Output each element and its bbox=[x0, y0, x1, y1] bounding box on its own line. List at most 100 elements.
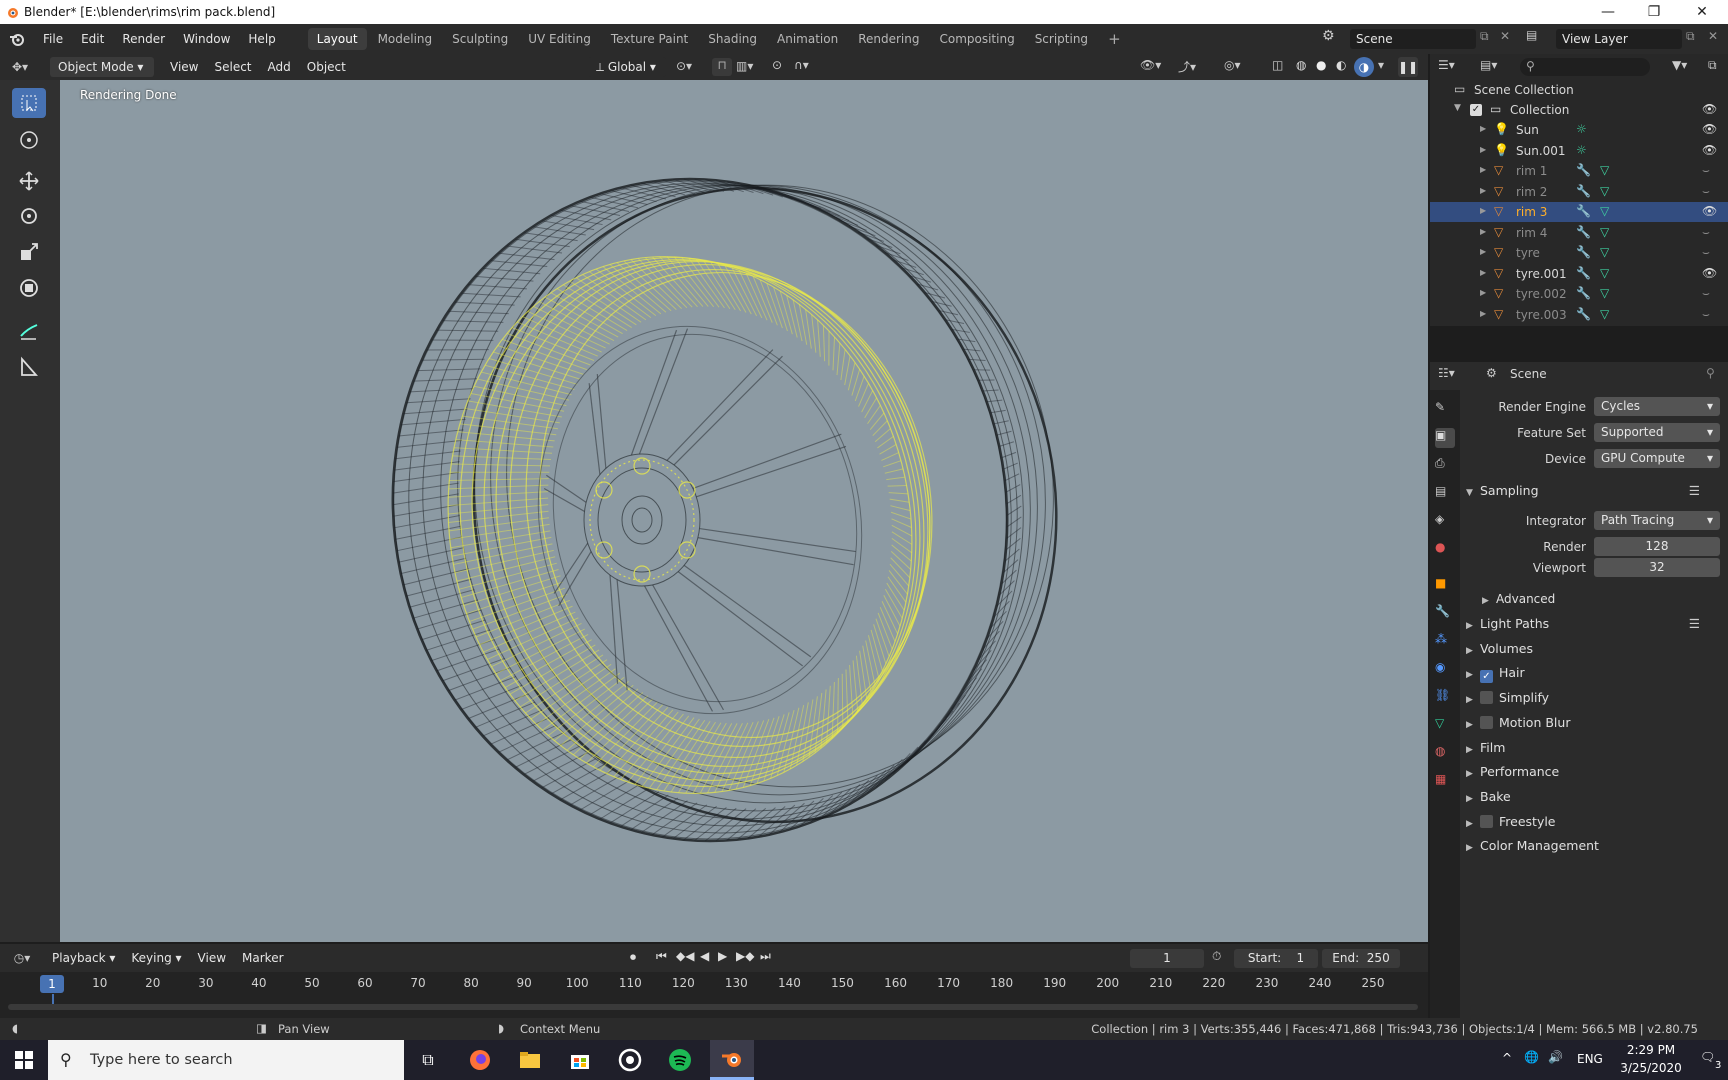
modifier-tab-icon[interactable]: 🔧 bbox=[1435, 604, 1455, 624]
current-frame-field[interactable]: 1 bbox=[1130, 949, 1204, 968]
play-reverse-icon[interactable]: ◀ bbox=[700, 949, 709, 963]
add-workspace-icon[interactable]: + bbox=[1099, 28, 1130, 50]
menu-marker[interactable]: Marker bbox=[234, 945, 291, 971]
wireframe-shading-icon[interactable]: ◍ bbox=[1296, 58, 1306, 72]
panel-color-management[interactable]: ▶ Color Management bbox=[1466, 835, 1722, 857]
clock-time[interactable]: 2:29 PM bbox=[1616, 1043, 1686, 1057]
expand-arrow-icon[interactable]: ▶ bbox=[1480, 309, 1486, 318]
modifier-icon[interactable]: 🔧 bbox=[1576, 225, 1591, 239]
outliner-item-tyre-002[interactable]: ▶ ▽ tyre.002 🔧 ▽ ⌣ bbox=[1430, 284, 1728, 304]
physics-tab-icon[interactable]: ◉ bbox=[1435, 660, 1455, 680]
tool-tab-icon[interactable]: ✎ bbox=[1435, 400, 1455, 420]
scene-field[interactable]: Scene bbox=[1350, 29, 1476, 49]
panel-volumes[interactable]: ▶ Volumes bbox=[1466, 638, 1722, 660]
timeline-editor-icon[interactable]: ◷▾ bbox=[0, 951, 44, 965]
visibility-icon[interactable]: 👁▾ bbox=[1140, 58, 1161, 72]
orientation-dropdown[interactable]: ⟂ Global ▾ bbox=[588, 57, 666, 77]
stopwatch-icon[interactable]: ⏱ bbox=[1212, 949, 1221, 964]
language-indicator[interactable]: ENG bbox=[1577, 1052, 1603, 1066]
outliner-item-rim-2[interactable]: ▶ ▽ rim 2 🔧 ▽ ⌣ bbox=[1430, 182, 1728, 202]
world-tab-icon[interactable]: ● bbox=[1435, 540, 1455, 560]
panel-film[interactable]: ▶ Film bbox=[1466, 737, 1722, 759]
eye-icon[interactable]: 👁 bbox=[1702, 204, 1717, 218]
tab-modeling[interactable]: Modeling bbox=[369, 28, 442, 50]
material-tab-icon[interactable]: ◍ bbox=[1435, 744, 1455, 764]
start-frame-field[interactable]: Start: 1 bbox=[1234, 949, 1318, 968]
mesh-data-icon[interactable]: ▽ bbox=[1600, 204, 1609, 218]
volume-icon[interactable]: 🔊 bbox=[1548, 1050, 1563, 1064]
render-samples-field[interactable]: 128 bbox=[1594, 537, 1720, 556]
object-tab-icon[interactable]: ■ bbox=[1435, 576, 1455, 596]
mesh-data-icon[interactable]: ▽ bbox=[1600, 286, 1609, 300]
new-scene-icon[interactable]: ⧉ bbox=[1480, 29, 1489, 44]
new-view-layer-icon[interactable]: ⧉ bbox=[1686, 29, 1695, 44]
modifier-icon[interactable]: 🔧 bbox=[1576, 266, 1591, 280]
menu-help[interactable]: Help bbox=[239, 24, 284, 54]
mesh-data-icon[interactable]: ▽ bbox=[1600, 307, 1609, 321]
3d-viewport[interactable]: Rendering Done bbox=[60, 80, 1428, 942]
menu-render[interactable]: Render bbox=[113, 24, 174, 54]
mesh-data-icon[interactable]: ▽ bbox=[1600, 245, 1609, 259]
tab-uv-editing[interactable]: UV Editing bbox=[519, 28, 600, 50]
eye-icon[interactable]: 👁 bbox=[1702, 122, 1717, 136]
eye-closed-icon[interactable]: ⌣ bbox=[1702, 225, 1710, 240]
checkbox-freestyle[interactable] bbox=[1480, 814, 1493, 828]
falloff-icon[interactable]: ∩▾ bbox=[794, 58, 809, 72]
expand-arrow-icon[interactable]: ▶ bbox=[1480, 227, 1486, 236]
expand-arrow-icon[interactable]: ▶ bbox=[1480, 186, 1486, 195]
render-engine-dropdown[interactable]: Cycles ▾ bbox=[1594, 397, 1720, 416]
outliner-item-Sun[interactable]: ▶ 💡 Sun ☼ 👁 bbox=[1430, 120, 1728, 140]
collection-row[interactable]: ▼ ✓ ▭ Collection 👁 bbox=[1430, 100, 1728, 120]
light-data-icon[interactable]: ☼ bbox=[1576, 122, 1587, 136]
pin-icon[interactable]: ⚲ bbox=[1706, 366, 1715, 380]
mesh-data-icon[interactable]: ▽ bbox=[1600, 225, 1609, 239]
delete-view-layer-icon[interactable]: ✕ bbox=[1708, 29, 1718, 43]
close-button[interactable]: ✕ bbox=[1680, 0, 1724, 24]
snap-icon[interactable]: ⊓ bbox=[712, 58, 732, 76]
rendered-shading-icon[interactable]: ◑ bbox=[1354, 57, 1374, 77]
view-layer-tab-icon[interactable]: ▤ bbox=[1435, 484, 1455, 504]
clock-date[interactable]: 3/25/2020 bbox=[1610, 1061, 1692, 1075]
maximize-button[interactable]: ❐ bbox=[1632, 0, 1676, 24]
expand-arrow-icon[interactable]: ▶ bbox=[1480, 165, 1486, 174]
timeline-body[interactable]: 1 10 20 30 40 50 60 70 80 90 100 110 120 130 140 150 160… bbox=[0, 972, 1428, 1018]
gizmo-icon[interactable]: ⤴▾ bbox=[1178, 58, 1196, 75]
outliner-item-tyre-003[interactable]: ▶ ▽ tyre.003 🔧 ▽ ⌣ bbox=[1430, 305, 1728, 325]
panel-hair[interactable]: ▶ ✓ Hair bbox=[1466, 662, 1722, 684]
eye-closed-icon[interactable]: ⌣ bbox=[1702, 184, 1710, 199]
tab-compositing[interactable]: Compositing bbox=[930, 28, 1023, 50]
tab-rendering[interactable]: Rendering bbox=[849, 28, 928, 50]
new-collection-icon[interactable]: ⧉ bbox=[1708, 58, 1717, 73]
jump-start-icon[interactable]: ⏮ bbox=[656, 949, 667, 964]
notifications-icon[interactable]: 🗨 bbox=[1700, 1050, 1715, 1064]
cursor-tool-icon[interactable] bbox=[12, 125, 46, 155]
menu-object[interactable]: Object bbox=[299, 54, 354, 80]
mesh-data-icon[interactable]: ▽ bbox=[1600, 266, 1609, 280]
panel-motion-blur[interactable]: ▶ Motion Blur bbox=[1466, 712, 1722, 734]
presets-icon[interactable]: ☰ bbox=[1689, 613, 1700, 635]
expand-arrow-icon[interactable]: ▼ bbox=[1454, 103, 1461, 113]
expand-arrow-icon[interactable]: ▶ bbox=[1480, 288, 1486, 297]
solid-shading-icon[interactable]: ● bbox=[1316, 58, 1326, 72]
particles-tab-icon[interactable]: ⁂ bbox=[1435, 632, 1455, 652]
record-icon[interactable]: ⏺ bbox=[630, 950, 636, 965]
expand-arrow-icon[interactable]: ▶ bbox=[1480, 145, 1486, 154]
menu-window[interactable]: Window bbox=[174, 24, 239, 54]
eye-closed-icon[interactable]: ⌣ bbox=[1702, 245, 1710, 260]
filter-icon[interactable]: ▼▾ bbox=[1672, 58, 1687, 72]
tab-animation[interactable]: Animation bbox=[768, 28, 847, 50]
playhead-frame-indicator[interactable]: 1 bbox=[40, 975, 64, 993]
panel-performance[interactable]: ▶ Performance bbox=[1466, 761, 1722, 783]
menu-add[interactable]: Add bbox=[260, 54, 299, 80]
feature-set-dropdown[interactable]: Supported ▾ bbox=[1594, 423, 1720, 442]
taskbar-search-box[interactable]: ⚲ Type here to search bbox=[48, 1040, 404, 1080]
pivot-icon[interactable]: ⊙▾ bbox=[676, 59, 692, 73]
eye-closed-icon[interactable]: ⌣ bbox=[1702, 286, 1710, 301]
editor-type-icon[interactable]: ✥▾ bbox=[0, 60, 40, 74]
outliner-item-tyre[interactable]: ▶ ▽ tyre 🔧 ▽ ⌣ bbox=[1430, 243, 1728, 263]
render-tab-icon[interactable]: ▣ bbox=[1435, 428, 1455, 448]
presets-icon[interactable]: ☰ bbox=[1689, 480, 1700, 502]
rotate-tool-icon[interactable] bbox=[12, 201, 46, 231]
store-icon[interactable] bbox=[562, 1046, 598, 1074]
mesh-data-icon[interactable]: ▽ bbox=[1600, 163, 1609, 177]
